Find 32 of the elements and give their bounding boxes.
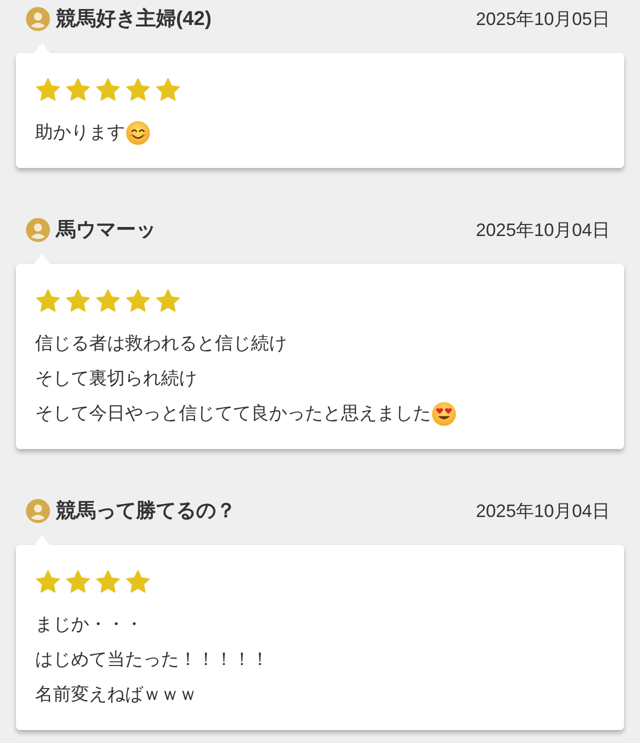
star-icon (65, 77, 91, 103)
review-text: 信じる者は救われると信じ続け (35, 332, 287, 355)
review-text: そして今日やっと信じてて良かったと思えました (35, 402, 431, 425)
reviewer-name: 競馬好き主婦(42) (56, 6, 212, 32)
star-icon (35, 288, 61, 314)
star-icon (35, 569, 61, 595)
heart-eyes-face-icon (431, 400, 457, 426)
star-icon (35, 77, 61, 103)
reviewer-name: 競馬って勝てるの？ (56, 498, 236, 524)
star-icon (95, 569, 121, 595)
review-text: まじか・・・ (35, 613, 143, 636)
star-icon (95, 288, 121, 314)
review-text: そして裏切られ続け (35, 367, 197, 390)
star-icon (155, 288, 181, 314)
star-icon (125, 288, 151, 314)
review-text: 名前変えねばｗｗｗ (35, 683, 197, 706)
user-avatar-icon (26, 218, 50, 242)
star-icon (155, 77, 181, 103)
star-icon (125, 569, 151, 595)
review-date: 2025年10月04日 (476, 500, 610, 522)
smiling-face-icon (125, 120, 151, 146)
user-avatar-icon (26, 7, 50, 31)
star-icon (95, 77, 121, 103)
star-icon (125, 77, 151, 103)
star-icon (65, 288, 91, 314)
review-date: 2025年10月05日 (476, 8, 610, 30)
review-text: 助かります (35, 121, 125, 144)
user-avatar-icon (26, 499, 50, 523)
reviewer-name: 馬ウマーッ (56, 218, 156, 243)
star-icon (65, 569, 91, 595)
review-date: 2025年10月04日 (476, 218, 610, 242)
review-text: はじめて当たった！！！！！ (35, 648, 269, 671)
